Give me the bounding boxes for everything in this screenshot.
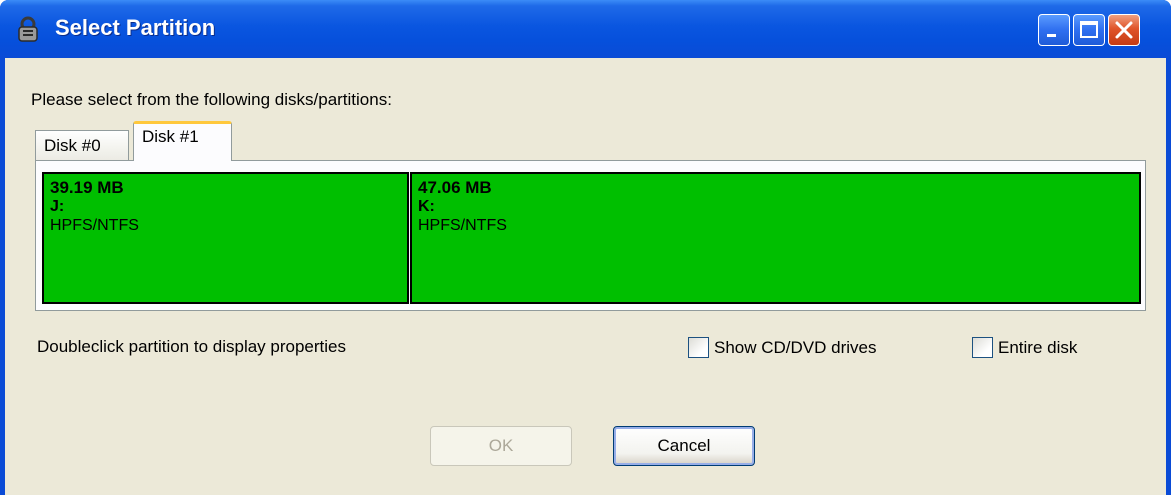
tab-disk-0[interactable]: Disk #0 — [35, 130, 129, 160]
partition-size: 39.19 MB — [50, 178, 124, 197]
lock-icon — [18, 16, 38, 42]
partition-letter: K: — [418, 198, 435, 215]
partition-tile[interactable]: 39.19 MB J: HPFS/NTFS — [42, 172, 409, 304]
checkbox-box[interactable] — [688, 337, 709, 358]
partition-letter: J: — [50, 198, 65, 215]
entire-disk-label: Entire disk — [998, 337, 1078, 357]
title-bar[interactable]: Select Partition — [0, 0, 1171, 58]
close-button[interactable] — [1108, 14, 1140, 46]
maximize-icon — [1080, 21, 1098, 38]
partition-panel: 39.19 MB J: HPFS/NTFS 47.06 MB K: HPFS/N… — [35, 160, 1146, 311]
show-cd-dvd-label: Show CD/DVD drives — [714, 337, 877, 357]
partition-filesystem: HPFS/NTFS — [418, 217, 507, 234]
dialog-window: Select Partition Please select from the … — [0, 0, 1171, 495]
minimize-button[interactable] — [1038, 14, 1070, 46]
entire-disk-checkbox[interactable]: Entire disk — [972, 337, 1077, 358]
doubleclick-hint: Doubleclick partition to display propert… — [37, 337, 346, 356]
show-cd-dvd-checkbox[interactable]: Show CD/DVD drives — [688, 337, 877, 358]
ok-button[interactable]: OK — [430, 426, 572, 466]
instruction-label: Please select from the following disks/p… — [31, 90, 392, 109]
cancel-button[interactable]: Cancel — [613, 426, 755, 466]
partition-tile[interactable]: 47.06 MB K: HPFS/NTFS — [410, 172, 1141, 304]
tab-disk-1[interactable]: Disk #1 — [133, 121, 232, 161]
close-icon — [1115, 21, 1133, 39]
minimize-icon — [1047, 34, 1056, 37]
partition-filesystem: HPFS/NTFS — [50, 217, 139, 234]
window-title: Select Partition — [55, 15, 216, 40]
partition-size: 47.06 MB — [418, 178, 492, 197]
dialog-body: Please select from the following disks/p… — [5, 58, 1166, 495]
checkbox-box[interactable] — [972, 337, 993, 358]
maximize-button[interactable] — [1073, 14, 1105, 46]
